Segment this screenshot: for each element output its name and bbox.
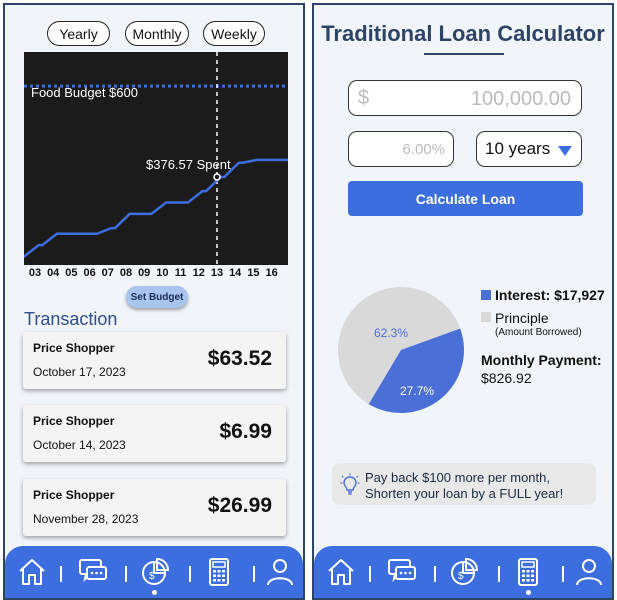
transaction-card[interactable]: Price Shopper October 14, 2023 $6.99 [23,405,286,462]
transaction-card[interactable]: Price Shopper November 28, 2023 $26.99 [23,479,286,536]
interest-percent-label: 27.7% [400,384,434,398]
tab-monthly[interactable]: Monthly [125,21,189,46]
x-tick-label: 12 [192,267,205,279]
calculate-loan-button[interactable]: Calculate Loan [348,181,583,216]
budget-label: Food Budget $600 [31,85,138,100]
bottom-nav: $ [314,546,612,598]
spent-marker [213,173,221,181]
interest-rate-input[interactable]: 6.00% [348,131,454,167]
bottom-nav: $ [5,546,303,598]
spending-chart-plot: Food Budget $600 $376.57 Spent [24,52,288,265]
budget-screen: Yearly Monthly Weekly Food Budget $600 $… [3,3,305,600]
page-title: Traditional Loan Calculator [321,21,605,46]
loan-screen: Traditional Loan Calculator $ 100,000.00… [312,3,614,600]
svg-text:$: $ [149,571,155,582]
interest-rate-value: 6.00% [402,141,445,158]
title-underline [424,53,504,55]
transaction-date: October 17, 2023 [33,365,126,379]
principle-legend-label: Principle [495,310,549,326]
currency-prefix: $ [358,87,370,109]
monthly-payment-value: $826.92 [481,370,532,386]
transaction-date: October 14, 2023 [33,438,126,452]
lightbulb-icon [340,473,360,495]
x-axis-ticks: 03 04 05 06 07 08 09 10 11 12 13 14 15 16 [24,267,288,283]
budget-pie-icon[interactable]: $ [139,556,171,588]
principle-legend-sublabel: (Amount Borrowed) [495,327,582,338]
transaction-date: November 28, 2023 [33,512,139,526]
interest-legend-label: Interest: $17,927 [495,287,605,303]
chat-icon[interactable] [77,556,109,588]
set-budget-button[interactable]: Set Budget [126,286,188,308]
tab-weekly[interactable]: Weekly [203,21,265,46]
calculator-icon[interactable] [203,556,235,588]
monthly-payment-label: Monthly Payment: [481,352,602,368]
home-icon[interactable] [325,556,357,588]
interest-legend-swatch [481,290,491,300]
home-icon[interactable] [16,556,48,588]
svg-text:$: $ [458,571,464,582]
tab-yearly[interactable]: Yearly [47,21,110,46]
x-tick-label: 08 [119,267,133,279]
nav-divider [562,566,564,582]
x-tick-label: 05 [65,267,78,279]
principle-legend-swatch [481,312,491,322]
chat-icon[interactable] [386,556,418,588]
active-indicator [152,590,157,595]
spent-label: $376.57 Spent [146,157,231,172]
nav-divider [189,566,191,582]
x-tick-label: 10 [156,267,169,279]
loan-amount-value: 100,000.00 [470,88,571,110]
loan-pie-chart: 62.3% 27.7% [338,287,464,413]
spending-chart: Food Budget $600 $376.57 Spent [24,52,288,265]
nav-divider [498,566,500,582]
x-tick-label: 16 [265,267,278,279]
nav-divider [253,566,255,582]
nav-divider [60,566,62,582]
x-tick-label: 09 [138,267,151,279]
transaction-amount: $26.99 [207,494,272,517]
caret-down-icon [558,146,572,156]
nav-divider [434,566,436,582]
x-tick-label: 11 [174,267,187,279]
x-tick-label: 04 [47,267,60,279]
x-tick-label: 14 [229,267,242,279]
loan-amount-input[interactable]: $ 100,000.00 [348,80,582,116]
tip-line-1: Pay back $100 more per month, [365,470,550,485]
nav-divider [369,566,371,582]
transaction-heading: Transaction [24,309,118,329]
tip-line-2: Shorten your loan by a FULL year! [365,486,564,501]
x-tick-label: 13 [210,267,224,279]
x-tick-label: 03 [28,267,42,279]
loan-term-select[interactable]: 10 years [476,131,582,167]
principle-percent-label: 62.3% [374,326,408,340]
transaction-merchant: Price Shopper [33,488,115,502]
x-tick-label: 15 [247,267,260,279]
calculator-icon[interactable] [512,556,544,588]
transaction-amount: $6.99 [219,420,272,443]
spending-line [24,158,288,258]
profile-icon[interactable] [573,556,605,588]
transaction-amount: $63.52 [207,347,272,370]
x-tick-label: 07 [101,267,114,279]
profile-icon[interactable] [264,556,296,588]
transaction-merchant: Price Shopper [33,341,115,355]
payoff-tip: Pay back $100 more per month, Shorten yo… [332,463,596,505]
budget-pie-icon[interactable]: $ [448,556,480,588]
x-tick-label: 06 [83,267,96,279]
loan-term-value: 10 years [485,139,551,158]
active-indicator [526,590,531,595]
nav-divider [125,566,127,582]
transaction-card[interactable]: Price Shopper October 17, 2023 $63.52 [23,332,286,389]
transaction-merchant: Price Shopper [33,414,115,428]
